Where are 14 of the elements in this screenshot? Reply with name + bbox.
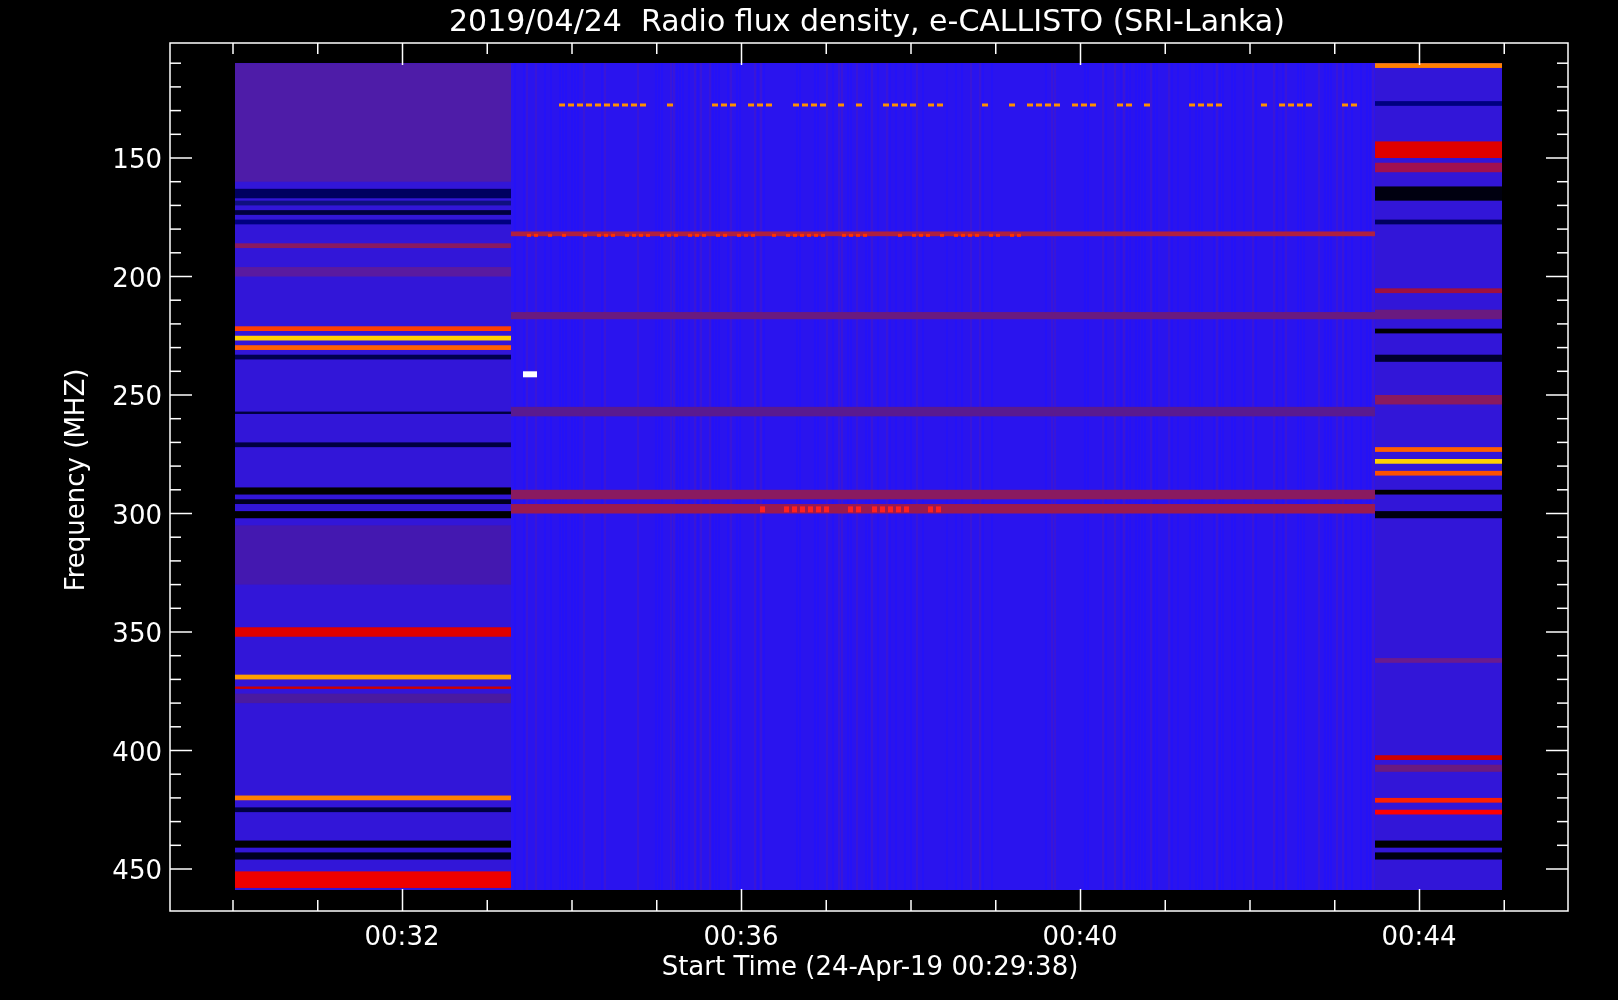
tick-label: 450 [112, 855, 162, 885]
tick-label: 00:32 [364, 921, 440, 951]
tick-label: 250 [112, 381, 162, 411]
tick-label: 350 [112, 618, 162, 648]
axis-label: Start Time (24-Apr-19 00:29:38) [661, 951, 1079, 981]
plot-title: 2019/04/24 Radio flux density, e-CALLISTO (SRI-Lanka) [449, 3, 1285, 38]
tick-label: 150 [112, 144, 162, 174]
tick-label: 00:44 [1381, 921, 1457, 951]
tick-label: 00:36 [703, 921, 779, 951]
tick-label: 400 [112, 736, 162, 767]
axis-label: Frequency (MHZ) [60, 368, 90, 592]
tick-label: 200 [112, 262, 162, 293]
tick-label: 300 [112, 499, 162, 530]
tick-label: 00:40 [1042, 921, 1118, 951]
